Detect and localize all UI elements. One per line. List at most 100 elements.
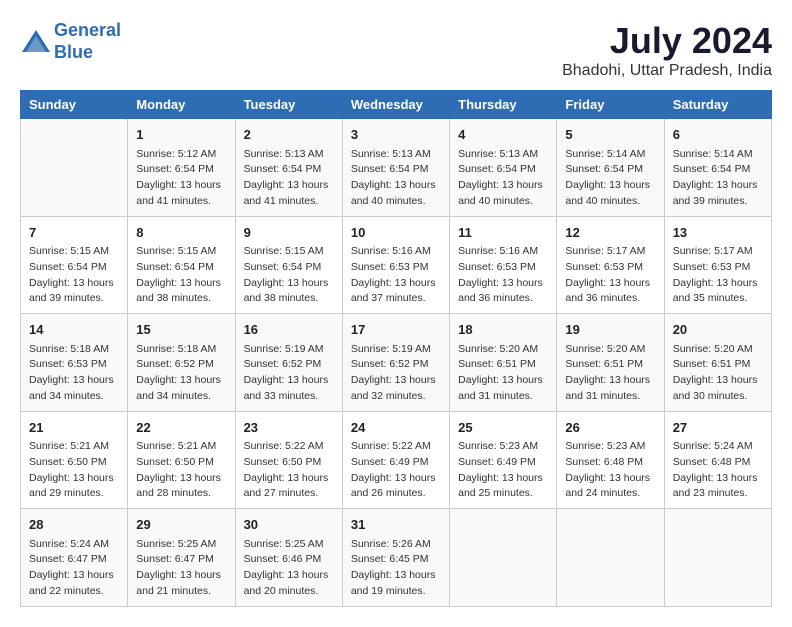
cell-text: Daylight: 13 hours <box>458 373 548 389</box>
cell-text: Sunrise: 5:20 AM <box>565 342 655 358</box>
cell-text: Sunset: 6:54 PM <box>29 260 119 276</box>
cell-text: and 26 minutes. <box>351 486 441 502</box>
title-section: July 2024 Bhadohi, Uttar Pradesh, India <box>562 20 772 80</box>
cell-text: Sunrise: 5:19 AM <box>351 342 441 358</box>
cell-text: and 24 minutes. <box>565 486 655 502</box>
day-number: 20 <box>673 320 763 340</box>
cell-text: Daylight: 13 hours <box>458 276 548 292</box>
cell-text: Sunrise: 5:21 AM <box>136 439 226 455</box>
cell-text: and 19 minutes. <box>351 584 441 600</box>
cell-text: Sunset: 6:51 PM <box>673 357 763 373</box>
calendar-cell: 23Sunrise: 5:22 AMSunset: 6:50 PMDayligh… <box>235 411 342 509</box>
calendar-cell: 2Sunrise: 5:13 AMSunset: 6:54 PMDaylight… <box>235 119 342 217</box>
calendar-cell: 29Sunrise: 5:25 AMSunset: 6:47 PMDayligh… <box>128 509 235 607</box>
day-number: 30 <box>244 515 334 535</box>
calendar-cell: 6Sunrise: 5:14 AMSunset: 6:54 PMDaylight… <box>664 119 771 217</box>
cell-text: Sunrise: 5:17 AM <box>673 244 763 260</box>
cell-text: Sunrise: 5:18 AM <box>136 342 226 358</box>
cell-text: and 34 minutes. <box>29 389 119 405</box>
cell-text: Sunset: 6:50 PM <box>136 455 226 471</box>
cell-text: Sunset: 6:54 PM <box>351 162 441 178</box>
calendar-cell: 9Sunrise: 5:15 AMSunset: 6:54 PMDaylight… <box>235 216 342 314</box>
calendar-cell: 12Sunrise: 5:17 AMSunset: 6:53 PMDayligh… <box>557 216 664 314</box>
cell-text: Sunset: 6:49 PM <box>351 455 441 471</box>
cell-text: Sunset: 6:54 PM <box>458 162 548 178</box>
cell-text: Sunset: 6:54 PM <box>136 260 226 276</box>
day-number: 27 <box>673 418 763 438</box>
calendar-cell: 5Sunrise: 5:14 AMSunset: 6:54 PMDaylight… <box>557 119 664 217</box>
header-wednesday: Wednesday <box>342 91 449 119</box>
cell-text: Sunrise: 5:25 AM <box>244 537 334 553</box>
logo-line2: Blue <box>54 42 93 62</box>
day-number: 1 <box>136 125 226 145</box>
day-number: 9 <box>244 223 334 243</box>
day-number: 7 <box>29 223 119 243</box>
cell-text: Sunset: 6:50 PM <box>244 455 334 471</box>
cell-text: Sunrise: 5:17 AM <box>565 244 655 260</box>
cell-text: Daylight: 13 hours <box>136 276 226 292</box>
header: General Blue July 2024 Bhadohi, Uttar Pr… <box>20 20 772 80</box>
header-friday: Friday <box>557 91 664 119</box>
cell-text: Daylight: 13 hours <box>565 178 655 194</box>
calendar-cell: 22Sunrise: 5:21 AMSunset: 6:50 PMDayligh… <box>128 411 235 509</box>
cell-text: Sunrise: 5:23 AM <box>565 439 655 455</box>
calendar-cell: 1Sunrise: 5:12 AMSunset: 6:54 PMDaylight… <box>128 119 235 217</box>
cell-text: Sunrise: 5:15 AM <box>136 244 226 260</box>
calendar-cell <box>21 119 128 217</box>
calendar-cell: 21Sunrise: 5:21 AMSunset: 6:50 PMDayligh… <box>21 411 128 509</box>
cell-text: and 40 minutes. <box>565 194 655 210</box>
cell-text: and 23 minutes. <box>673 486 763 502</box>
cell-text: Sunset: 6:48 PM <box>565 455 655 471</box>
day-number: 4 <box>458 125 548 145</box>
cell-text: Daylight: 13 hours <box>351 276 441 292</box>
calendar-cell <box>557 509 664 607</box>
cell-text: Daylight: 13 hours <box>351 471 441 487</box>
calendar-cell: 8Sunrise: 5:15 AMSunset: 6:54 PMDaylight… <box>128 216 235 314</box>
cell-text: Daylight: 13 hours <box>29 568 119 584</box>
subtitle: Bhadohi, Uttar Pradesh, India <box>562 62 772 80</box>
cell-text: Sunrise: 5:19 AM <box>244 342 334 358</box>
day-number: 22 <box>136 418 226 438</box>
logo-icon <box>20 28 52 56</box>
cell-text: Sunrise: 5:13 AM <box>351 147 441 163</box>
calendar-cell: 18Sunrise: 5:20 AMSunset: 6:51 PMDayligh… <box>450 314 557 412</box>
cell-text: Sunrise: 5:23 AM <box>458 439 548 455</box>
cell-text: Sunrise: 5:15 AM <box>29 244 119 260</box>
day-number: 15 <box>136 320 226 340</box>
cell-text: and 40 minutes. <box>458 194 548 210</box>
cell-text: Sunrise: 5:24 AM <box>29 537 119 553</box>
cell-text: Sunrise: 5:22 AM <box>244 439 334 455</box>
day-number: 31 <box>351 515 441 535</box>
cell-text: Sunset: 6:49 PM <box>458 455 548 471</box>
header-saturday: Saturday <box>664 91 771 119</box>
cell-text: Daylight: 13 hours <box>136 471 226 487</box>
calendar-cell <box>450 509 557 607</box>
cell-text: Daylight: 13 hours <box>244 178 334 194</box>
main-title: July 2024 <box>562 20 772 62</box>
calendar-cell: 14Sunrise: 5:18 AMSunset: 6:53 PMDayligh… <box>21 314 128 412</box>
cell-text: and 32 minutes. <box>351 389 441 405</box>
calendar-header-row: SundayMondayTuesdayWednesdayThursdayFrid… <box>21 91 772 119</box>
cell-text: and 39 minutes. <box>29 291 119 307</box>
header-tuesday: Tuesday <box>235 91 342 119</box>
cell-text: Sunset: 6:54 PM <box>565 162 655 178</box>
calendar-cell: 26Sunrise: 5:23 AMSunset: 6:48 PMDayligh… <box>557 411 664 509</box>
cell-text: Sunrise: 5:18 AM <box>29 342 119 358</box>
cell-text: and 25 minutes. <box>458 486 548 502</box>
cell-text: Daylight: 13 hours <box>673 373 763 389</box>
calendar-cell: 20Sunrise: 5:20 AMSunset: 6:51 PMDayligh… <box>664 314 771 412</box>
cell-text: Sunset: 6:51 PM <box>458 357 548 373</box>
cell-text: Sunset: 6:48 PM <box>673 455 763 471</box>
week-row-2: 7Sunrise: 5:15 AMSunset: 6:54 PMDaylight… <box>21 216 772 314</box>
cell-text: and 22 minutes. <box>29 584 119 600</box>
cell-text: and 28 minutes. <box>136 486 226 502</box>
cell-text: and 20 minutes. <box>244 584 334 600</box>
cell-text: Daylight: 13 hours <box>565 471 655 487</box>
cell-text: and 38 minutes. <box>244 291 334 307</box>
cell-text: Daylight: 13 hours <box>565 373 655 389</box>
cell-text: Sunrise: 5:16 AM <box>458 244 548 260</box>
calendar-cell: 17Sunrise: 5:19 AMSunset: 6:52 PMDayligh… <box>342 314 449 412</box>
cell-text: Sunset: 6:47 PM <box>29 552 119 568</box>
cell-text: Daylight: 13 hours <box>136 178 226 194</box>
cell-text: Sunrise: 5:14 AM <box>565 147 655 163</box>
